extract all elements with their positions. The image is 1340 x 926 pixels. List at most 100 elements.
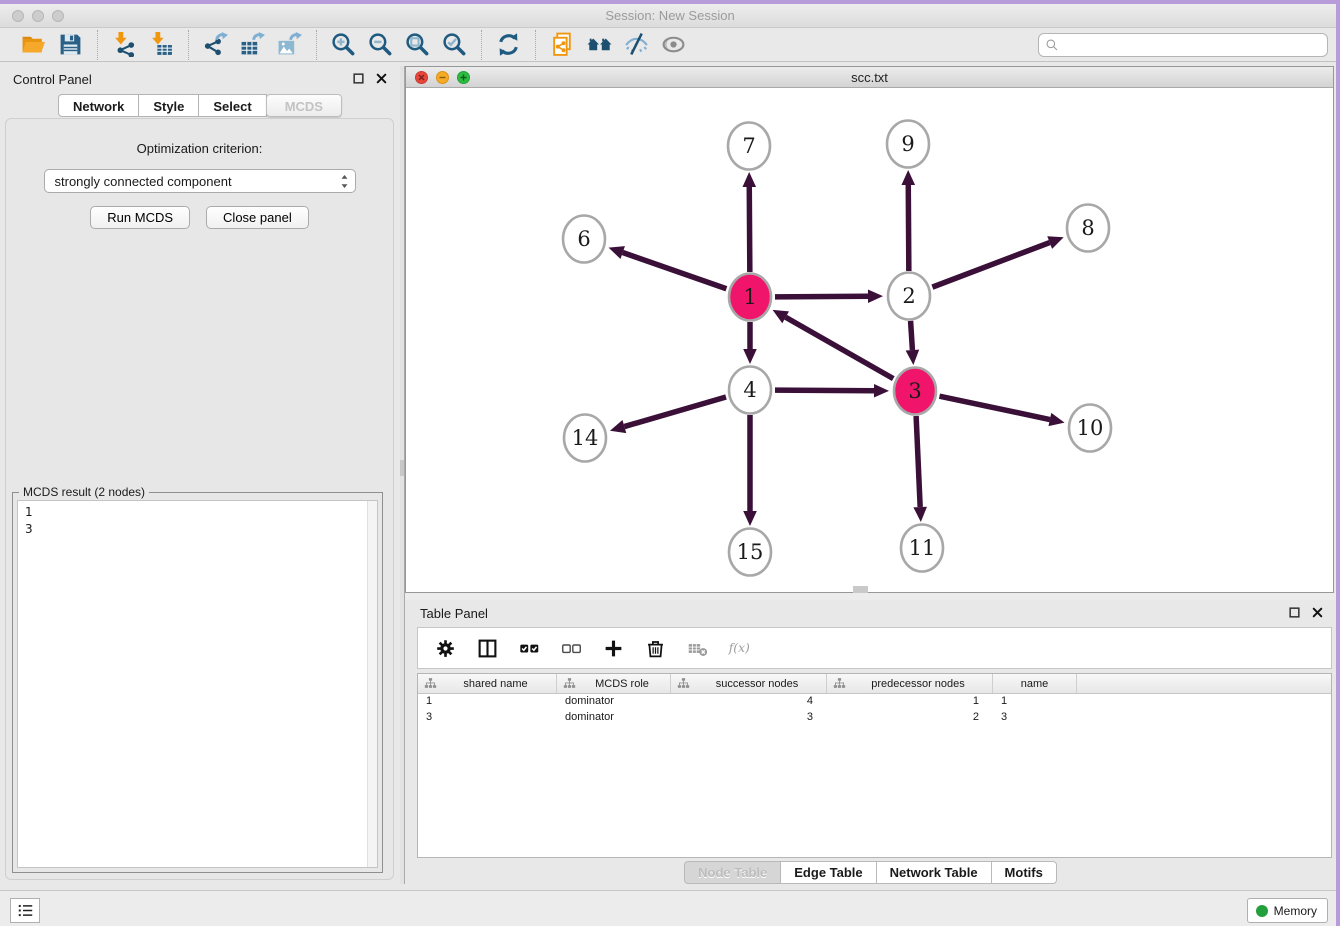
column-header-name[interactable]: name [993, 674, 1077, 693]
delete-row-icon[interactable] [644, 637, 667, 660]
column-header-predecessor-nodes[interactable]: predecessor nodes [827, 674, 993, 693]
cell: 1 [827, 694, 993, 710]
mcds-result-area: 1 3 [17, 500, 378, 868]
tab-mcds[interactable]: MCDS [266, 94, 342, 117]
graph-edge-4-3[interactable] [775, 390, 874, 391]
column-header-MCDS-role[interactable]: MCDS role [557, 674, 671, 693]
search-field[interactable] [1038, 33, 1328, 57]
refresh-icon[interactable] [495, 31, 522, 58]
export-table-icon[interactable] [239, 31, 266, 58]
network-window-titlebar[interactable]: scc.txt [406, 67, 1333, 88]
float-panel-icon[interactable] [352, 72, 367, 87]
graph-node-15[interactable]: 15 [729, 529, 771, 576]
graph-edge-1-6[interactable] [623, 253, 727, 289]
toolbar-separator [97, 30, 98, 60]
tab-style[interactable]: Style [139, 94, 199, 117]
save-session-icon[interactable] [57, 31, 84, 58]
zoom-fit-icon[interactable] [404, 31, 431, 58]
cell: 1 [418, 694, 557, 710]
graph-node-6[interactable]: 6 [563, 216, 605, 263]
column-header-shared-name[interactable]: shared name [418, 674, 557, 693]
svg-text:9: 9 [901, 132, 914, 156]
close-panel-icon[interactable] [375, 72, 390, 87]
result-scrollbar[interactable] [367, 501, 377, 867]
graph-edge-3-1[interactable] [786, 317, 894, 378]
search-input[interactable] [1059, 35, 1327, 55]
app-titlebar: Session: New Session [0, 4, 1340, 28]
open-session-icon[interactable] [20, 31, 47, 58]
cell: 2 [827, 710, 993, 726]
tab-motifs[interactable]: Motifs [992, 861, 1057, 884]
tab-select[interactable]: Select [199, 94, 266, 117]
select-all-icon[interactable] [518, 637, 541, 660]
graph-node-8[interactable]: 8 [1067, 205, 1109, 252]
graph-node-9[interactable]: 9 [887, 121, 929, 168]
toolbar-separator [316, 30, 317, 60]
task-history-button[interactable] [10, 898, 40, 923]
show-panel-icon[interactable] [660, 31, 687, 58]
splitter-handle[interactable] [400, 460, 404, 476]
graph-edge-4-14[interactable] [624, 397, 726, 427]
desktop-edge-right [1336, 0, 1340, 926]
tab-edge-table[interactable]: Edge Table [781, 861, 876, 884]
arrowhead-icon [874, 384, 889, 398]
table-row[interactable]: 1dominator411 [418, 694, 1331, 710]
table-row[interactable]: 3dominator323 [418, 710, 1331, 726]
zoom-in-icon[interactable] [330, 31, 357, 58]
graph-edge-3-11[interactable] [916, 416, 920, 507]
float-panel-icon[interactable] [1288, 606, 1303, 621]
graph-edge-1-2[interactable] [775, 296, 868, 297]
deselect-all-icon[interactable] [560, 637, 583, 660]
import-network-icon[interactable] [111, 31, 138, 58]
arrowhead-icon [743, 511, 757, 526]
graph-node-4[interactable]: 4 [729, 367, 771, 414]
mcds-result-title: MCDS result (2 nodes) [19, 485, 149, 499]
network-canvas[interactable]: 1 2 3 4 6 7 8 9 10 11 14 15 [406, 88, 1333, 592]
tab-node-table[interactable]: Node Table [684, 861, 781, 884]
run-mcds-button[interactable]: Run MCDS [90, 206, 190, 229]
graph-node-2[interactable]: 2 [888, 273, 930, 320]
horizontal-splitter[interactable] [405, 593, 1336, 600]
graph-node-1[interactable]: 1 [729, 274, 771, 321]
zoom-selected-icon[interactable] [441, 31, 468, 58]
splitter-handle[interactable] [853, 586, 868, 593]
export-network-icon[interactable] [202, 31, 229, 58]
graph-edge-2-3[interactable] [911, 321, 913, 350]
close-panel-button[interactable]: Close panel [206, 206, 309, 229]
clone-network-icon[interactable] [549, 31, 576, 58]
columns-icon[interactable] [476, 637, 499, 660]
graph-edge-1-7[interactable] [749, 187, 750, 272]
svg-text:f(x): f(x) [728, 641, 750, 655]
zoom-out-icon[interactable] [367, 31, 394, 58]
export-image-icon[interactable] [276, 31, 303, 58]
statusbar: Memory [0, 890, 1336, 926]
mcds-result-box: MCDS result (2 nodes) 1 3 [12, 492, 383, 873]
hierarchy-icon [422, 677, 439, 690]
import-table-icon[interactable] [148, 31, 175, 58]
arrowhead-icon [610, 420, 626, 433]
graph-node-3[interactable]: 3 [894, 368, 936, 415]
arrowhead-icon [901, 170, 915, 185]
graph-node-7[interactable]: 7 [728, 123, 770, 170]
graph-edge-2-9[interactable] [908, 185, 909, 271]
tab-network-table[interactable]: Network Table [877, 861, 992, 884]
graph-node-11[interactable]: 11 [901, 525, 943, 572]
arrowhead-icon [913, 507, 927, 522]
graph-node-10[interactable]: 10 [1069, 405, 1111, 452]
criterion-select[interactable]: strongly connected component [44, 169, 356, 193]
graph-edge-3-10[interactable] [939, 396, 1049, 419]
arrowhead-icon [742, 172, 756, 187]
arrowhead-icon [906, 350, 920, 365]
tab-network[interactable]: Network [58, 94, 139, 117]
optimization-criterion-label: Optimization criterion: [6, 141, 393, 156]
graph-edge-2-8[interactable] [932, 243, 1049, 288]
home-icon[interactable] [586, 31, 613, 58]
add-row-icon[interactable] [602, 637, 625, 660]
arrowhead-icon [868, 289, 883, 303]
column-header-successor-nodes[interactable]: successor nodes [671, 674, 827, 693]
settings-icon[interactable] [434, 637, 457, 660]
hide-panel-icon[interactable] [623, 31, 650, 58]
graph-node-14[interactable]: 14 [564, 415, 606, 462]
close-panel-icon[interactable] [1311, 606, 1326, 621]
memory-button[interactable]: Memory [1247, 898, 1328, 923]
